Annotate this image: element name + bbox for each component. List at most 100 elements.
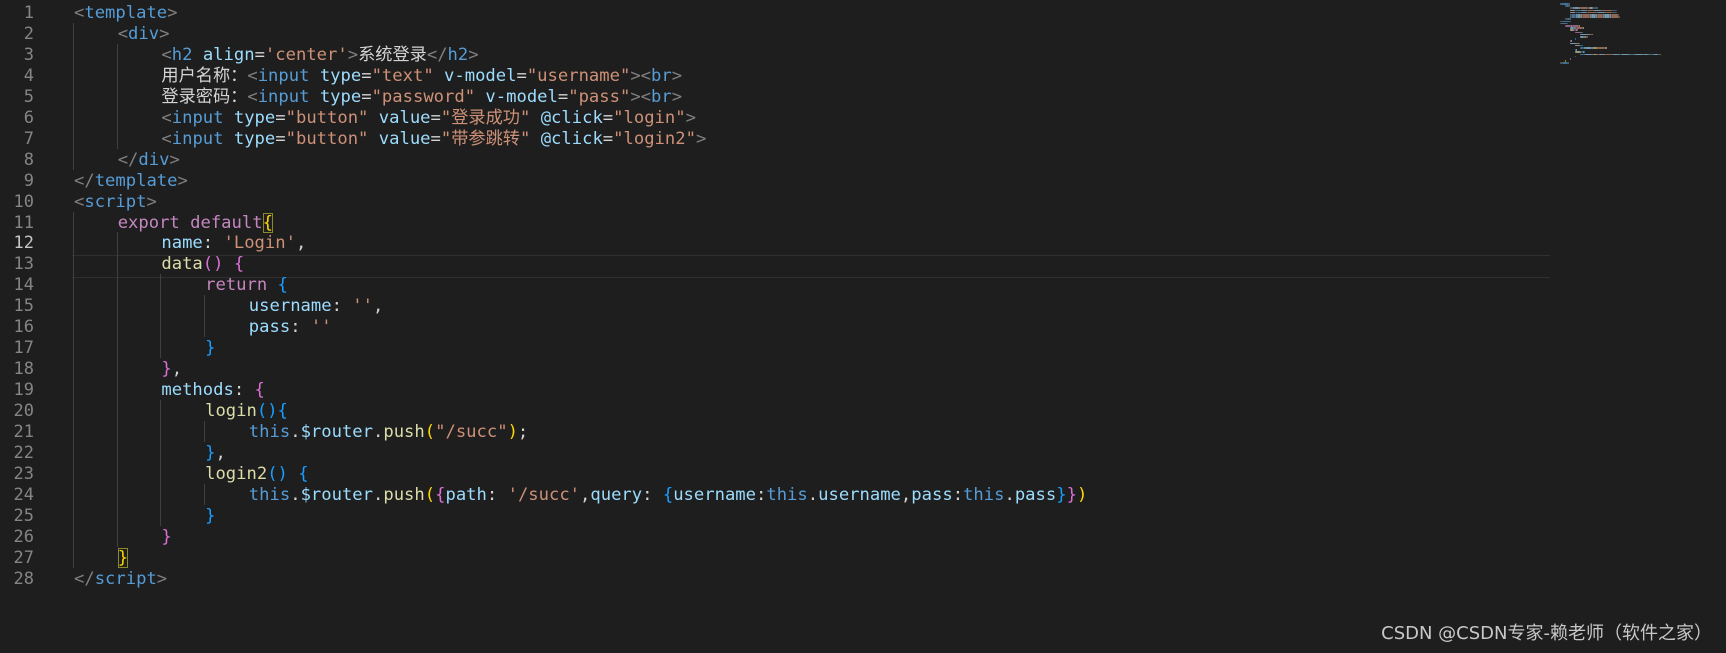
token-punctuation: = — [516, 65, 527, 86]
token-attribute-name: type — [233, 128, 276, 149]
code-line[interactable]: 10 <script> — [0, 191, 1560, 214]
code-editor[interactable]: 1 <template> 2 <div> 3 <h2 align='center'>系统登… — [0, 0, 1726, 653]
token-punctuation — [288, 464, 298, 484]
code-line[interactable]: 3 <h2 align='center'>系统登录</h2> — [0, 44, 1560, 67]
token-bracket-blue: } — [205, 442, 216, 463]
minimap-token — [1582, 31, 1583, 34]
token-tag-bracket: < — [247, 65, 258, 86]
code-line[interactable]: 7 <input type="button" value="带参跳转" @clic… — [0, 128, 1560, 151]
token-function: login — [205, 401, 257, 422]
code-line[interactable]: 1 <template> — [0, 2, 1560, 25]
token-tag-bracket: < — [161, 128, 172, 149]
minimap-token — [1606, 47, 1607, 49]
code-line[interactable]: 16 pass: '' — [0, 316, 1560, 339]
token-bracket-blue: { — [298, 463, 309, 484]
token-tag-bracket: > — [347, 44, 359, 65]
line-number: 12 — [13, 233, 34, 254]
code-text: }, — [205, 442, 226, 465]
code-line[interactable]: 25} — [0, 505, 1560, 528]
token-punctuation: . — [290, 484, 301, 505]
code-text: <input type="button" value="带参跳转" @click… — [161, 128, 706, 151]
code-line[interactable]: 4 用户名称：<input type="text" v-model="userna… — [0, 65, 1560, 88]
code-text: <script> — [74, 191, 157, 214]
token-string: "带参跳转" — [440, 128, 531, 149]
code-line[interactable]: 28 </script> — [0, 568, 1560, 591]
token-string: "button" — [285, 128, 369, 149]
token-attribute-name: query — [590, 484, 643, 505]
minimap-token — [1592, 33, 1593, 36]
token-bracket-blue: (){ — [256, 401, 288, 422]
token-bracket-blue: } — [205, 505, 216, 526]
token-punctuation: = — [361, 86, 372, 107]
token-string: 'center' — [264, 44, 348, 65]
code-line[interactable]: 15 username: '', — [0, 295, 1560, 318]
line-number: 15 — [13, 296, 34, 317]
token-attribute-name: username — [818, 484, 901, 505]
token-tag-bracket: < — [161, 107, 172, 128]
code-line[interactable]: 14 return { — [0, 274, 1560, 297]
token-tag-bracket: < — [117, 23, 129, 44]
code-text: name: 'Login', — [161, 232, 306, 255]
minimap-token — [1577, 29, 1578, 31]
line-number: 5 — [23, 86, 34, 107]
code-line[interactable]: 18}, — [0, 358, 1560, 381]
code-line[interactable]: 20 login(){ — [0, 400, 1560, 423]
token-attribute-name: $router — [300, 484, 373, 505]
token-punctuation — [434, 66, 444, 86]
token-tag-bracket: < — [74, 191, 85, 212]
code-line[interactable]: 27} — [0, 547, 1560, 570]
token-punctuation: = — [557, 86, 569, 107]
code-line[interactable]: 13 data() { — [0, 253, 1560, 276]
code-line[interactable]: 26} — [0, 526, 1560, 549]
code-line[interactable]: 8 </div> — [0, 149, 1560, 172]
token-string: '' — [310, 317, 332, 338]
code-line[interactable]: 2 <div> — [0, 23, 1560, 46]
code-line[interactable]: 22}, — [0, 442, 1560, 465]
token-bracket-gold: ( — [424, 484, 436, 505]
token-tag-name: template — [84, 3, 168, 23]
minimap-token — [1635, 53, 1643, 56]
code-line[interactable]: 5 登录密码：<input type="password" v-model="pa… — [0, 86, 1560, 109]
token-tag-name: this — [248, 484, 291, 505]
token-attribute-name: path — [445, 484, 487, 505]
line-number: 26 — [13, 526, 34, 547]
code-text: 登录密码：<input type="password" v-model="pas… — [161, 86, 682, 109]
minimap-token — [1605, 53, 1612, 56]
line-number: 7 — [23, 128, 34, 149]
token-bracket-blue: () — [267, 463, 288, 484]
token-bracket-gold: } — [117, 547, 129, 568]
line-number: 20 — [13, 401, 34, 422]
code-line[interactable]: 12 name: 'Login', — [0, 232, 1560, 255]
token-tag-bracket: > — [695, 128, 707, 149]
code-line[interactable]: 6 <input type="button" value="登录成功" @clic… — [0, 107, 1560, 130]
minimap-token — [1579, 42, 1580, 45]
token-attribute-name: value — [378, 107, 431, 128]
token-keyword-control: export — [117, 212, 180, 233]
token-tag-name: div — [128, 23, 160, 44]
code-line[interactable]: 23 login2() { — [0, 463, 1560, 486]
code-line[interactable]: 21 this.$router.push("/succ"); — [0, 421, 1560, 444]
minimap-token — [1585, 53, 1592, 56]
code-line[interactable]: 11 export default{ — [0, 212, 1560, 235]
line-number: 23 — [13, 463, 34, 484]
code-line[interactable]: 17} — [0, 337, 1560, 360]
token-punctuation: = — [602, 107, 614, 128]
token-tag-name: input — [171, 128, 224, 149]
token-punctuation — [180, 213, 190, 233]
token-tag-bracket: </ — [426, 44, 448, 65]
minimap-token — [1571, 40, 1572, 42]
line-number: 19 — [13, 380, 34, 401]
code-line[interactable]: 19 methods: { — [0, 379, 1560, 402]
code-line[interactable]: 24 this.$router.push({path: '/succ',query… — [0, 484, 1560, 507]
minimap-token — [1575, 55, 1576, 58]
token-tag-name: input — [257, 65, 310, 86]
token-tag-bracket: </ — [74, 170, 95, 191]
token-tag-name: br — [651, 86, 672, 107]
line-number: 28 — [13, 568, 34, 589]
minimap[interactable] — [1560, 0, 1726, 80]
token-tag-bracket: < — [247, 86, 258, 107]
code-text: </script> — [74, 568, 167, 591]
code-line[interactable]: 9 </template> — [0, 170, 1560, 193]
token-punctuation — [192, 45, 202, 65]
minimap-token — [1660, 53, 1661, 56]
